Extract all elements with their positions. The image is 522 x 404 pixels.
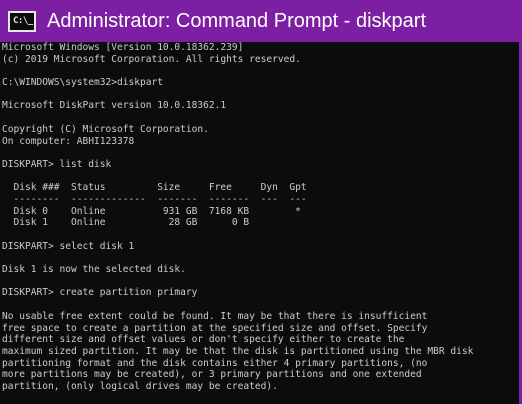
console-line: different size and offset values or don'…	[2, 334, 405, 346]
console-line: C:\WINDOWS\system32>diskpart	[2, 77, 163, 89]
command-prompt-icon[interactable]: C:\_	[8, 10, 36, 32]
console-line: partitioning format and the disk contain…	[2, 357, 428, 369]
console-line: Disk 1 is now the selected disk.	[2, 264, 186, 276]
title-bar[interactable]: C:\_ Administrator: Command Prompt - dis…	[0, 0, 522, 42]
console-line: -------- ------------- ------- ------- -…	[2, 193, 307, 205]
console-line: DISKPART> create partition primary	[2, 287, 198, 299]
console-line: more partitions may be created), or 3 pr…	[2, 369, 422, 381]
console-line: On computer: ABHI123378	[2, 135, 135, 147]
console-line: partition, (only logical drives may be c…	[2, 380, 278, 392]
console-line: Disk 0 Online 931 GB 7168 KB *	[2, 205, 301, 217]
console-output[interactable]: Microsoft Windows [Version 10.0.18362.23…	[2, 42, 518, 404]
command-prompt-window: C:\_ Administrator: Command Prompt - dis…	[0, 0, 522, 404]
console-line: DISKPART> select disk 1	[2, 240, 135, 252]
console-line: Microsoft Windows [Version 10.0.18362.23…	[2, 42, 244, 53]
console-line: (c) 2019 Microsoft Corporation. All righ…	[2, 53, 301, 65]
console-line: Disk ### Status Size Free Dyn Gpt	[2, 182, 307, 194]
console-line: No usable free extent could be found. It…	[2, 310, 428, 322]
window-title: Administrator: Command Prompt - diskpart	[47, 9, 427, 32]
console-line: Copyright (C) Microsoft Corporation.	[2, 123, 209, 135]
console-line: DISKPART> list disk	[2, 158, 112, 170]
console-line: Microsoft DiskPart version 10.0.18362.1	[2, 100, 227, 112]
console-line: maximum sized partition. It may be that …	[2, 345, 474, 357]
console-line: Disk 1 Online 28 GB 0 B	[2, 217, 250, 229]
console-line: free space to create a partition at the …	[2, 322, 428, 334]
command-prompt-icon-glyph: C:\_	[13, 15, 33, 26]
